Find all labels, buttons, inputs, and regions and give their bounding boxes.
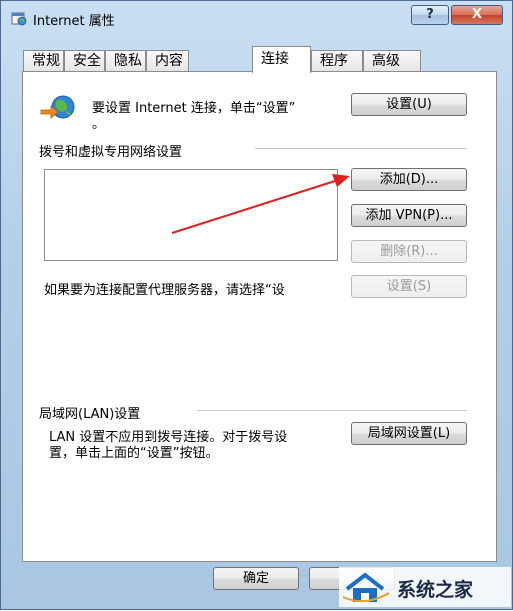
watermark-logo: 系统之家 [339,567,511,607]
watermark-text: 系统之家 [397,579,474,601]
tab-connections[interactable]: 连接 [252,46,311,73]
internet-properties-window: Internet 属性 ? X 常规 安全 隐私 内容 连接 程序 高级 要设置… [0,0,513,610]
red-annotation-arrow [171,174,350,234]
